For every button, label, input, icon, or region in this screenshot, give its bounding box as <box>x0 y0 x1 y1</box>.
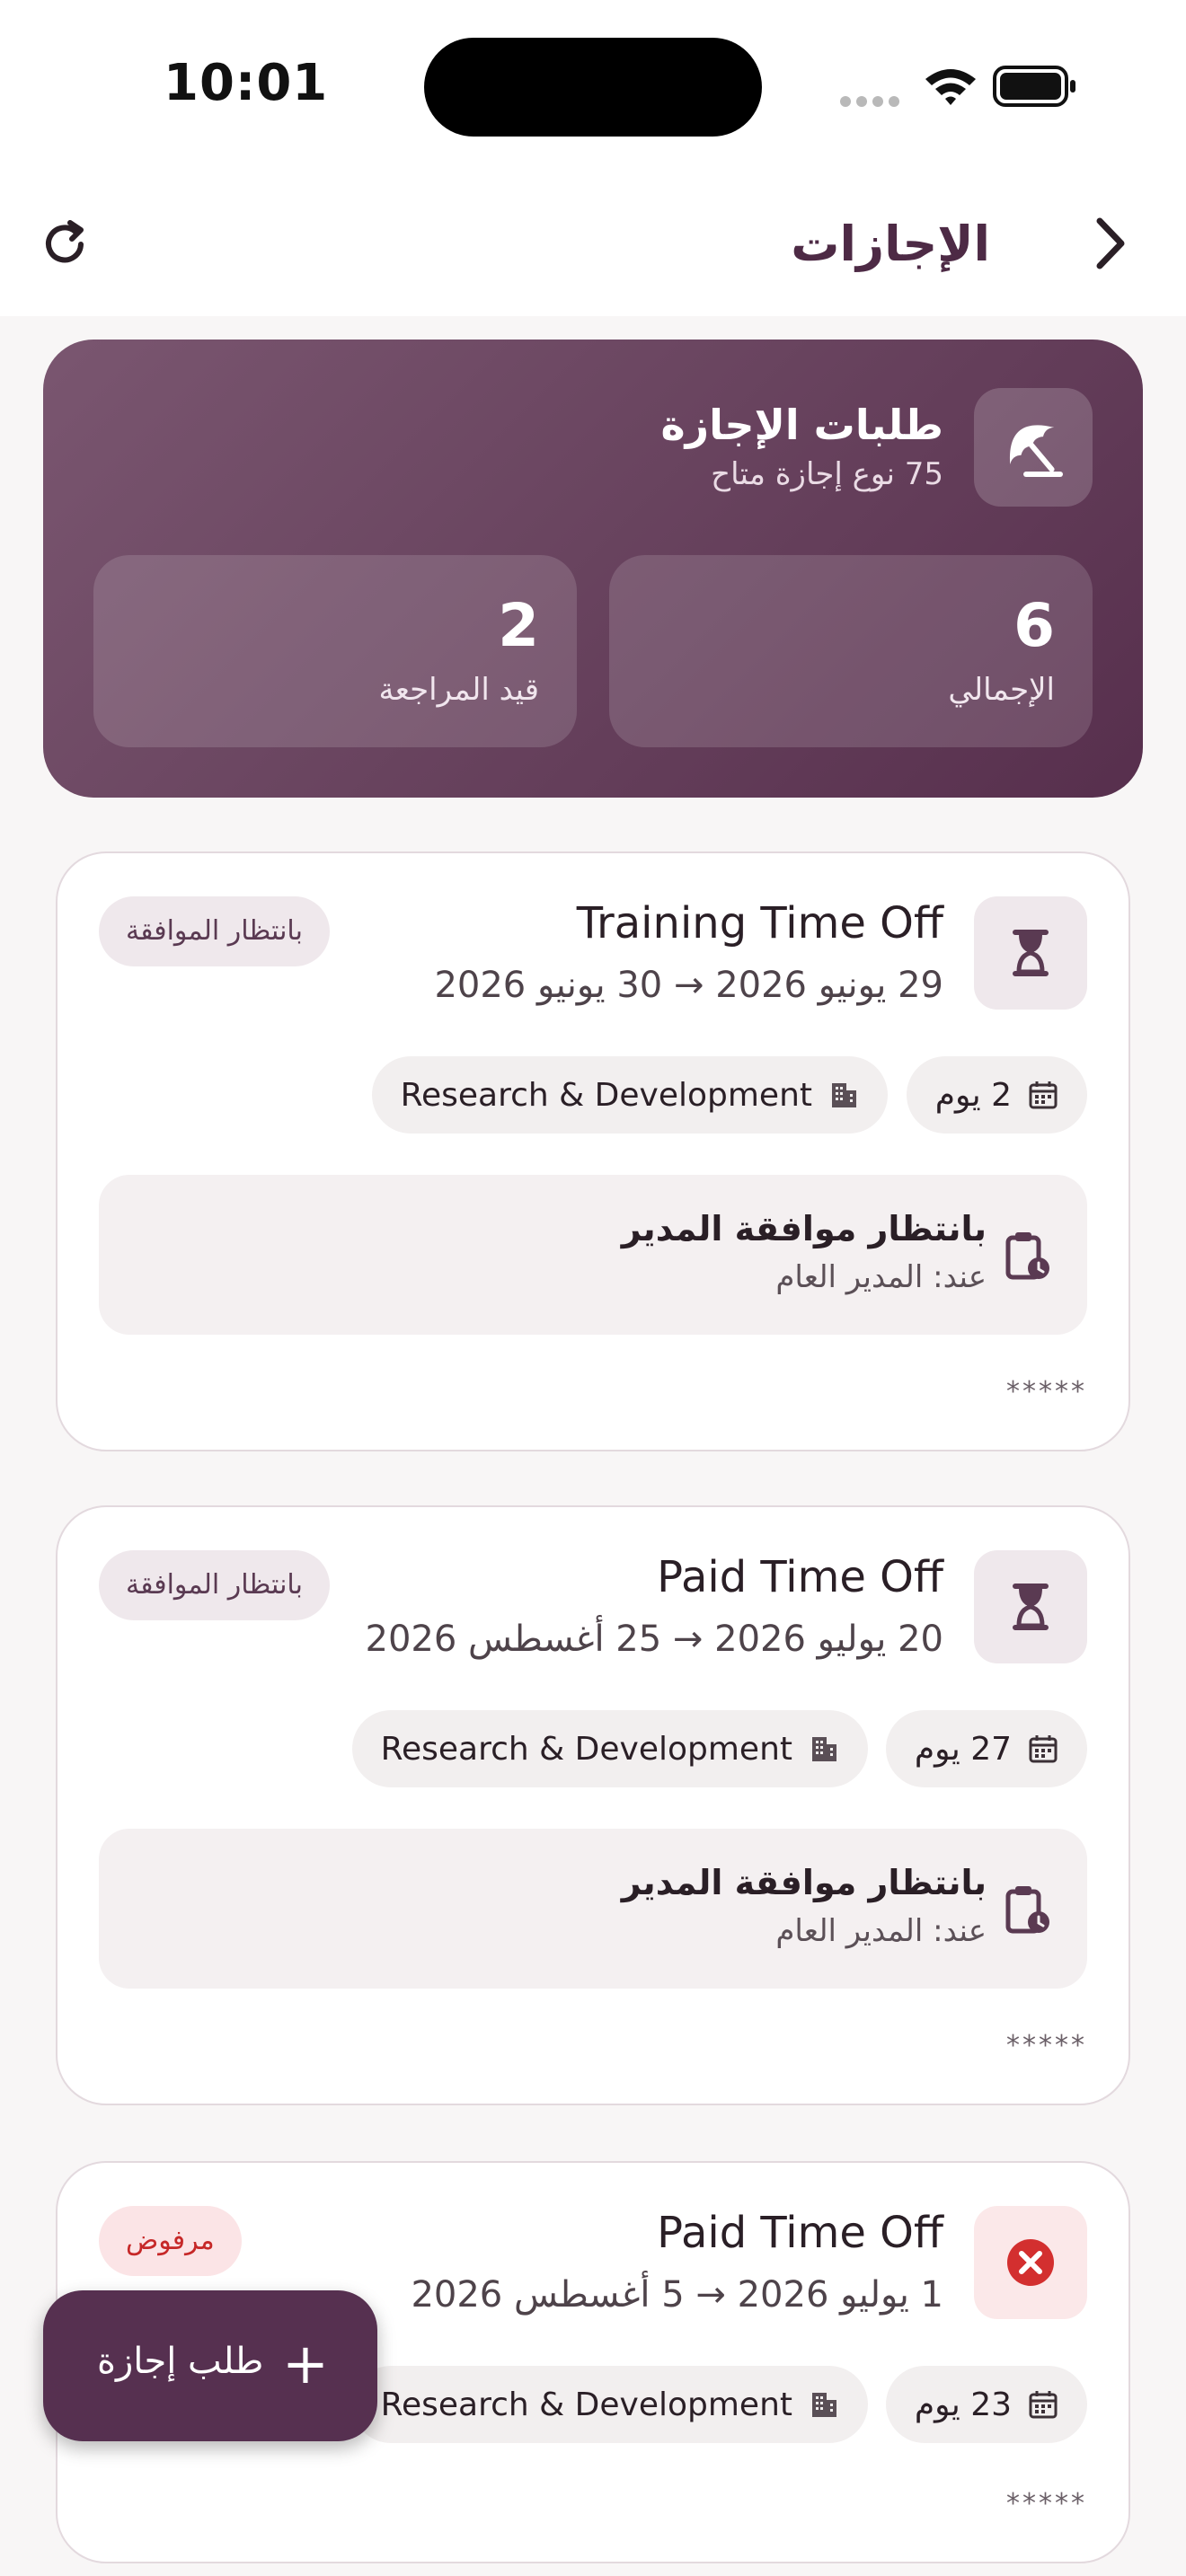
calendar-icon <box>1029 2391 1058 2419</box>
summary-subtitle: 75 نوع إجازة متاح <box>711 456 943 492</box>
stat-total-value: 6 <box>1013 591 1055 660</box>
leave-type: Training Time Off <box>576 898 943 948</box>
department-name: Research & Development <box>380 2386 792 2423</box>
department-chip: Research & Development <box>351 1710 868 1787</box>
close-circle-icon <box>974 2206 1087 2319</box>
back-chevron-icon[interactable] <box>1084 212 1137 275</box>
leave-type: Paid Time Off <box>657 2208 943 2258</box>
approval-title: بانتظار موافقة المدير <box>621 1209 987 1248</box>
approval-title: بانتظار موافقة المدير <box>621 1863 987 1902</box>
clipboard-clock-icon <box>1005 1886 1049 1934</box>
clipboard-clock-icon <box>1005 1232 1049 1280</box>
masked-value: ***** <box>1006 2488 1087 2519</box>
status-time: 10:01 <box>164 54 329 112</box>
stat-pending-label: قيد المراجعة <box>378 672 539 708</box>
leave-dates: 1 يوليو 2026 → 5 أغسطس 2026 <box>411 2274 943 2316</box>
approval-subtitle: عند: المدير العام <box>775 1259 987 1295</box>
approval-status-box: بانتظار موافقة المدير عند: المدير العام <box>99 1175 1087 1335</box>
approval-subtitle: عند: المدير العام <box>775 1913 987 1949</box>
refresh-icon[interactable] <box>36 216 93 273</box>
leave-summary-card: طلبات الإجازة 75 نوع إجازة متاح 6 الإجما… <box>43 340 1143 798</box>
dynamic-island <box>424 38 762 137</box>
leave-dates: 29 يونيو 2026 → 30 يونيو 2026 <box>434 965 943 1006</box>
stat-total-label: الإجمالي <box>948 672 1055 708</box>
days-value: 2 يوم <box>934 1076 1012 1114</box>
days-chip: 23 يوم <box>885 2366 1087 2443</box>
leave-request-card[interactable]: Training Time Off 29 يونيو 2026 → 30 يون… <box>56 851 1130 1451</box>
umbrella-icon <box>974 388 1093 507</box>
stat-total: 6 الإجمالي <box>609 555 1093 747</box>
hourglass-icon <box>974 896 1087 1010</box>
leave-dates: 20 يوليو 2026 → 25 أغسطس 2026 <box>365 1619 943 1660</box>
department-name: Research & Development <box>400 1076 812 1114</box>
masked-value: ***** <box>1006 1376 1087 1407</box>
summary-title: طلبات الإجازة <box>660 401 943 449</box>
building-icon <box>832 1083 856 1107</box>
app-bar: الإجازات <box>0 171 1186 316</box>
wifi-icon <box>925 69 976 105</box>
page-title: الإجازات <box>791 216 990 272</box>
days-value: 27 يوم <box>914 1730 1012 1768</box>
calendar-icon <box>1029 1735 1058 1763</box>
calendar-icon <box>1029 1081 1058 1109</box>
fab-label: طلب إجازة <box>97 2341 264 2382</box>
approval-status-box: بانتظار موافقة المدير عند: المدير العام <box>99 1829 1087 1989</box>
signal-icon <box>840 93 905 110</box>
status-badge: مرفوض <box>99 2206 242 2276</box>
leave-request-card[interactable]: Paid Time Off 20 يوليو 2026 → 25 أغسطس 2… <box>56 1505 1130 2105</box>
stat-pending-value: 2 <box>498 591 539 660</box>
status-badge: بانتظار الموافقة <box>99 1550 330 1620</box>
building-icon <box>812 2393 836 2417</box>
battery-icon <box>993 66 1075 107</box>
days-value: 23 يوم <box>914 2386 1012 2423</box>
department-chip: Research & Development <box>371 1056 888 1134</box>
department-name: Research & Development <box>380 1730 792 1768</box>
leave-type: Paid Time Off <box>657 1552 943 1602</box>
new-leave-request-button[interactable]: طلب إجازة + <box>43 2290 377 2441</box>
stat-pending: 2 قيد المراجعة <box>93 555 577 747</box>
plus-icon: + <box>282 2331 329 2396</box>
hourglass-icon <box>974 1550 1087 1663</box>
masked-value: ***** <box>1006 2030 1087 2061</box>
status-badge: بانتظار الموافقة <box>99 896 330 966</box>
status-bar: 10:01 <box>0 0 1186 171</box>
days-chip: 27 يوم <box>885 1710 1087 1787</box>
building-icon <box>812 1737 836 1761</box>
days-chip: 2 يوم <box>906 1056 1087 1134</box>
department-chip: Research & Development <box>351 2366 868 2443</box>
